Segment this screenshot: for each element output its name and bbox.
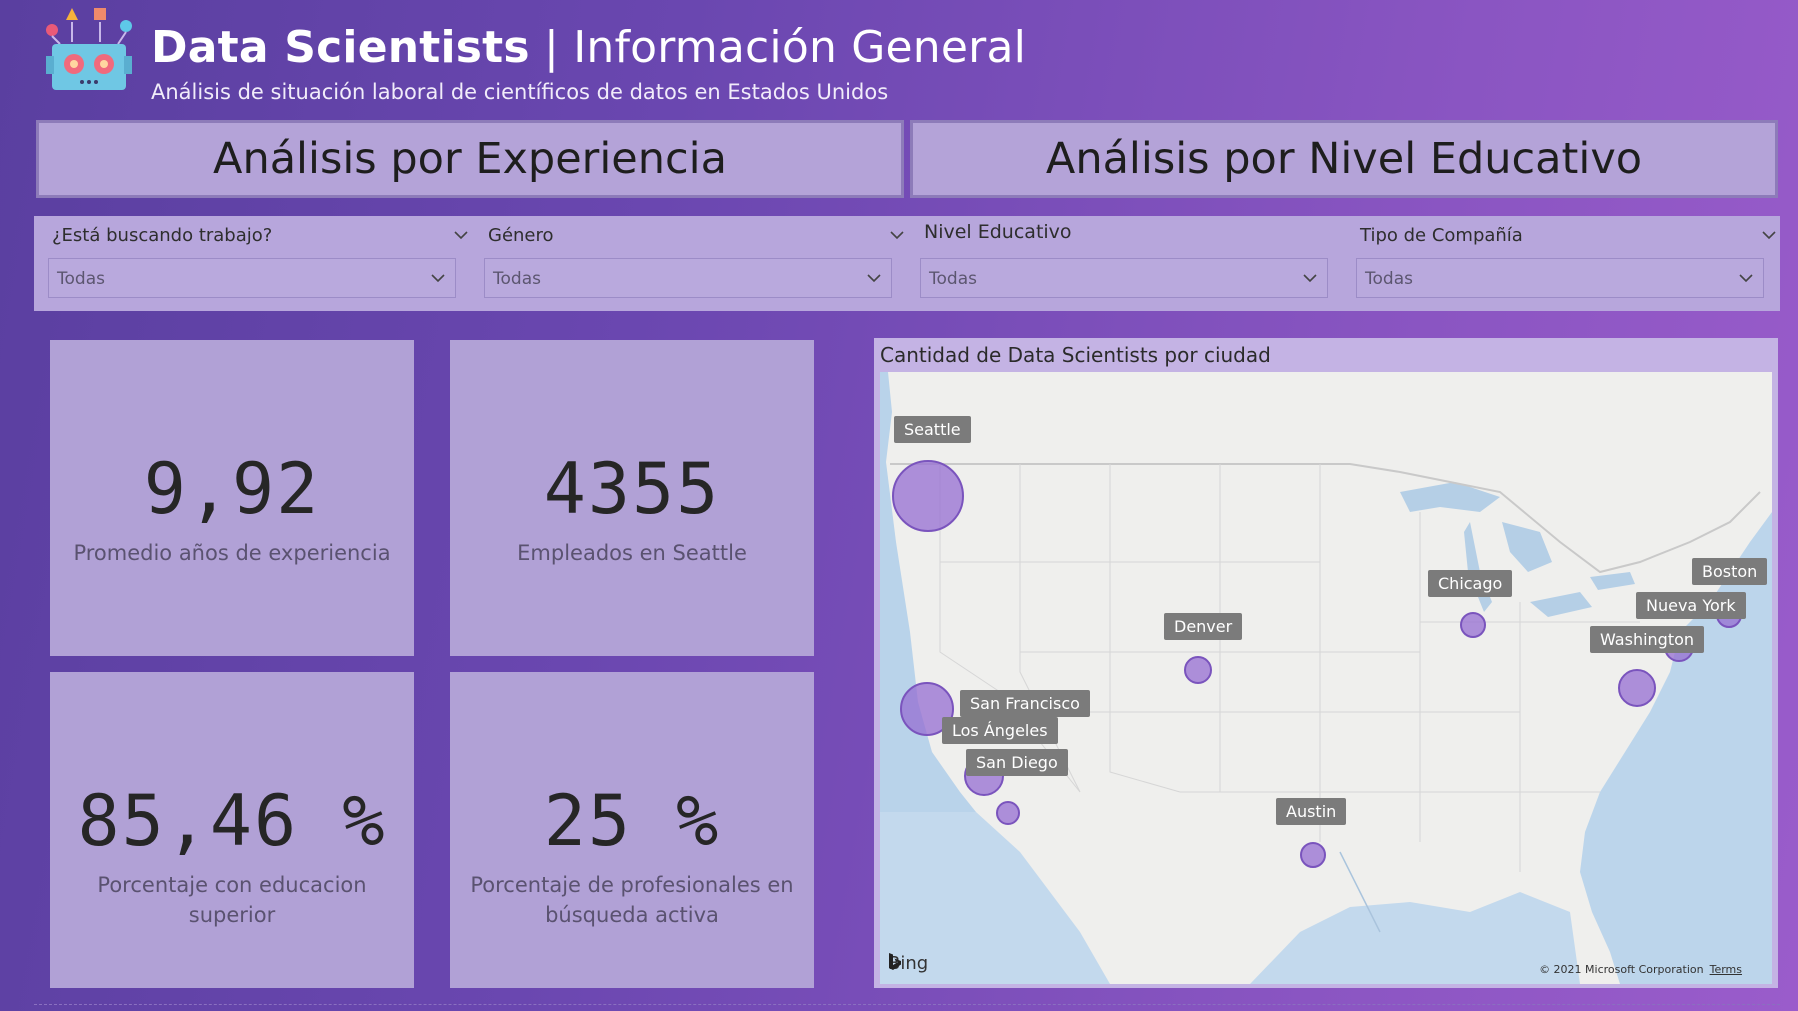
- city-label-san-diego: San Diego: [966, 749, 1068, 776]
- us-map[interactable]: Seattle Chicago Boston Nueva York Washin…: [880, 372, 1772, 984]
- filter-bar: ¿Está buscando trabajo? Todas Género Tod…: [34, 216, 1780, 311]
- kpi-card-higher-education: 85,46 % Porcentaje con educacion superio…: [50, 672, 414, 988]
- dropdown-value: Todas: [493, 269, 541, 289]
- kpi-card-active-search: 25 % Porcentaje de profesionales en búsq…: [450, 672, 814, 988]
- kpi-value: 9,92: [143, 448, 321, 530]
- chevron-down-icon[interactable]: [888, 226, 906, 244]
- map-copyright: © 2021 Microsoft Corporation Terms: [1539, 963, 1742, 976]
- city-label-nueva-york: Nueva York: [1636, 592, 1746, 619]
- dropdown-value: Todas: [57, 269, 105, 289]
- education-level-dropdown[interactable]: Todas: [920, 258, 1328, 298]
- kpi-label: Empleados en Seattle: [517, 541, 747, 565]
- chevron-down-icon[interactable]: [452, 226, 470, 244]
- chevron-down-icon: [431, 274, 445, 283]
- filter-gender: Género Todas: [470, 216, 904, 311]
- kpi-value: 25 %: [543, 780, 721, 862]
- company-type-dropdown[interactable]: Todas: [1356, 258, 1764, 298]
- kpi-card-seattle-employees: 4355 Empleados en Seattle: [450, 340, 814, 656]
- page-title: Data Scientists | Información General: [151, 22, 1026, 73]
- chevron-down-icon: [867, 274, 881, 283]
- bubble-denver[interactable]: [1184, 656, 1212, 684]
- kpi-label: Promedio años de experiencia: [73, 541, 391, 565]
- city-label-boston: Boston: [1692, 558, 1768, 585]
- page-subtitle: Análisis de situación laboral de científ…: [151, 80, 889, 104]
- chevron-down-icon: [1303, 274, 1317, 283]
- city-label-seattle: Seattle: [894, 416, 971, 443]
- bubble-chicago[interactable]: [1460, 612, 1486, 638]
- terms-link[interactable]: Terms: [1710, 963, 1742, 976]
- dropdown-value: Todas: [929, 269, 977, 289]
- job-search-dropdown[interactable]: Todas: [48, 258, 456, 298]
- bubble-austin[interactable]: [1300, 842, 1326, 868]
- robot-logo: [42, 6, 136, 96]
- gender-dropdown[interactable]: Todas: [484, 258, 892, 298]
- kpi-label: Porcentaje de profesionales en búsqueda …: [470, 870, 794, 930]
- chevron-down-icon[interactable]: [1760, 226, 1778, 244]
- city-label-denver: Denver: [1164, 613, 1243, 640]
- experience-analysis-button[interactable]: Análisis por Experiencia: [36, 120, 904, 198]
- bubble-san-diego[interactable]: [996, 801, 1020, 825]
- bubble-washington[interactable]: [1618, 669, 1656, 707]
- kpi-label-line: búsqueda activa: [545, 903, 719, 927]
- copyright-text: © 2021 Microsoft Corporation: [1539, 963, 1704, 976]
- filter-label: ¿Está buscando trabajo?: [52, 225, 273, 246]
- map-title: Cantidad de Data Scientists por ciudad: [880, 343, 1271, 367]
- bubble-seattle[interactable]: [892, 460, 964, 532]
- title-main: Data Scientists: [151, 22, 530, 73]
- city-map-panel: Cantidad de Data Scientists por ciudad S…: [874, 338, 1778, 988]
- kpi-label: Porcentaje con educacion superior: [97, 873, 367, 927]
- bing-icon: [889, 953, 901, 970]
- kpi-value: 85,46 %: [77, 780, 387, 862]
- city-label-los-angeles: Los Ángeles: [942, 717, 1058, 744]
- city-label-san-francisco: San Francisco: [960, 690, 1090, 717]
- title-section: Información General: [573, 22, 1027, 73]
- kpi-value: 4355: [543, 448, 721, 530]
- city-label-chicago: Chicago: [1428, 570, 1513, 597]
- title-separator: |: [529, 22, 574, 73]
- kpi-label-line: Porcentaje de profesionales en: [470, 873, 794, 897]
- divider: [34, 1004, 1780, 1006]
- city-label-washington: Washington: [1590, 626, 1705, 653]
- filter-label: Género: [488, 225, 554, 246]
- filter-job-search: ¿Está buscando trabajo? Todas: [34, 216, 468, 311]
- city-label-austin: Austin: [1276, 798, 1347, 825]
- kpi-card-experience: 9,92 Promedio años de experiencia: [50, 340, 414, 656]
- dropdown-value: Todas: [1365, 269, 1413, 289]
- chevron-down-icon: [1739, 274, 1753, 283]
- education-analysis-button[interactable]: Análisis por Nivel Educativo: [910, 120, 1778, 198]
- filter-label: Nivel Educativo: [924, 221, 1072, 243]
- filter-education-level: Nivel Educativo Todas: [906, 216, 1328, 311]
- filter-label: Tipo de Compañía: [1360, 225, 1523, 246]
- bing-logo: Bing: [888, 953, 928, 974]
- filter-company-type: Tipo de Compañía Todas: [1342, 216, 1776, 311]
